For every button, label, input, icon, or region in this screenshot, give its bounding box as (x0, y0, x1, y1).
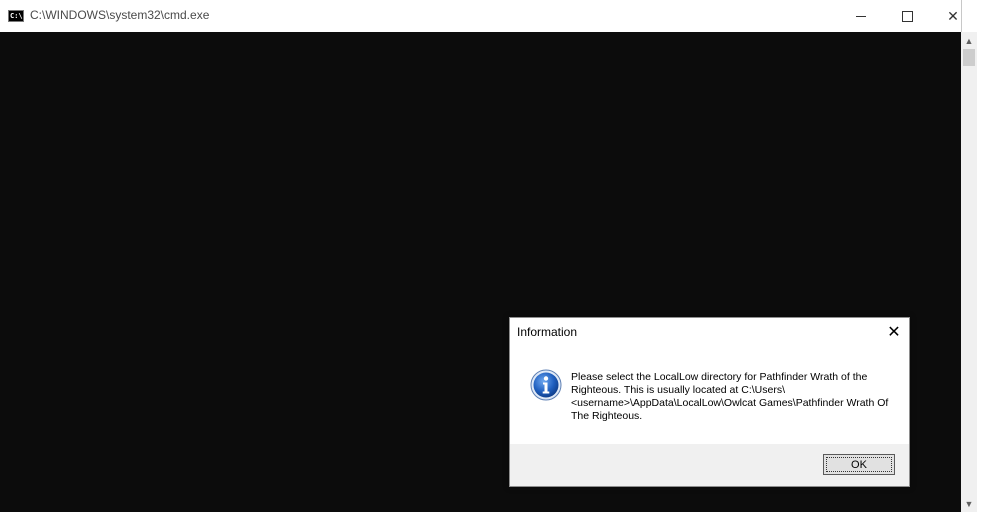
chevron-up-icon: ▲ (964, 35, 974, 46)
window-edge (977, 0, 981, 512)
minimize-icon (856, 15, 866, 17)
vertical-scrollbar[interactable]: ▲ ▼ (961, 32, 977, 512)
close-icon: ✕ (887, 324, 901, 341)
maximize-button[interactable] (884, 0, 930, 32)
dialog-title: Information (517, 325, 578, 339)
close-button[interactable]: ✕ (930, 0, 976, 32)
info-icon (530, 369, 562, 401)
chevron-down-icon: ▼ (964, 498, 974, 509)
maximize-icon (901, 10, 913, 22)
title-bar[interactable]: C:\WINDOWS\system32\cmd.exe ✕ (0, 0, 961, 32)
window-title: C:\WINDOWS\system32\cmd.exe (30, 8, 210, 22)
ok-button[interactable]: OK (823, 454, 895, 475)
information-dialog: Information ✕ Please select the LocalLow… (509, 317, 910, 487)
dialog-message: Please select the LocalLow directory for… (571, 371, 889, 422)
close-icon: ✕ (947, 7, 959, 24)
minimize-button[interactable] (838, 0, 884, 32)
scroll-thumb[interactable] (963, 49, 975, 66)
scroll-down-button[interactable]: ▼ (961, 495, 977, 512)
cmd-icon (8, 10, 24, 22)
scroll-up-button[interactable]: ▲ (961, 32, 977, 49)
dialog-footer: OK (510, 444, 909, 486)
dialog-close-button[interactable]: ✕ (879, 318, 909, 346)
